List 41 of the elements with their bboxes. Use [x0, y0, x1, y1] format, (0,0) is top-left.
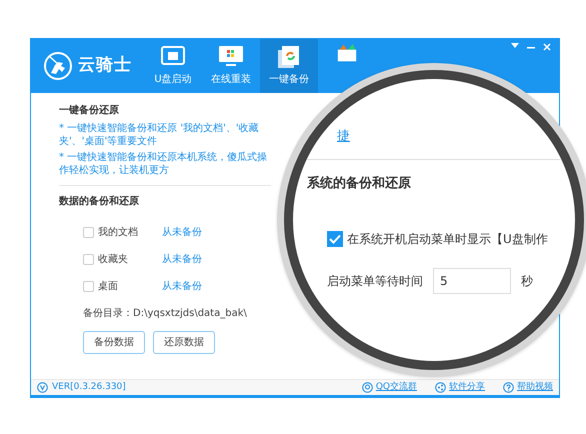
note-text: * 一键快速智能备份和还原本机系统，傻瓜式操作轻松实现，让装机更方	[59, 152, 268, 177]
nav-tab[interactable]: 一键备份	[260, 39, 318, 93]
document-icon	[276, 45, 302, 69]
chat-icon	[362, 382, 373, 393]
knight-logo-icon	[43, 51, 73, 81]
unit-label: 秒	[521, 272, 533, 290]
logo-text: 云骑士	[78, 54, 132, 78]
directory-link[interactable]: D:\yqsxtzjds\data_bak\	[133, 308, 247, 319]
checkbox-label: 收藏夹	[98, 252, 129, 267]
checkbox-label: 桌面	[98, 280, 119, 294]
checkbox[interactable]	[83, 281, 94, 292]
footer-link[interactable]: QQ交流群	[362, 380, 417, 394]
version-text: VER[0.3.26.330]	[52, 380, 126, 394]
monitor-icon	[218, 45, 244, 69]
close-icon	[543, 43, 551, 51]
footer-link[interactable]: 软件分享	[435, 380, 485, 394]
action-button[interactable]: 备份数据	[83, 331, 145, 354]
footer-link[interactable]: 帮助视频	[503, 380, 553, 394]
section-title: 数据的备份和还原	[59, 194, 140, 209]
status-text: 从未备份	[162, 226, 202, 240]
checkbox[interactable]	[83, 254, 94, 265]
directory-label: 备份目录：	[83, 308, 133, 319]
section-title: 系统的备份和还原	[307, 174, 412, 193]
section-title: 一键备份还原	[59, 104, 120, 118]
dropdown-icon	[511, 43, 519, 49]
help-icon	[503, 382, 514, 393]
checkbox-label: 在系统开机启动菜单时显示【U盘制作	[347, 230, 548, 248]
link-fragment[interactable]: 捷	[337, 129, 350, 144]
note-text: * 一键快速智能备份和还原 '我的文档'、'收藏夹'、'桌面'等重要文件	[59, 123, 260, 148]
checkbox-label: 我的文档	[98, 226, 139, 240]
wait-time-field[interactable]: 5	[433, 268, 511, 294]
share-icon	[435, 382, 446, 393]
checkbox[interactable]	[83, 227, 94, 238]
version-icon	[37, 382, 48, 393]
field-label: 启动菜单等待时间	[327, 272, 423, 290]
action-button[interactable]: 还原数据	[153, 331, 215, 354]
checkbox[interactable]	[327, 230, 343, 246]
status-text: 从未备份	[162, 252, 202, 267]
nav-tab[interactable]: U盘启动	[144, 39, 202, 93]
nav-tab[interactable]: 在线重装	[202, 39, 260, 93]
status-text: 从未备份	[162, 280, 202, 294]
